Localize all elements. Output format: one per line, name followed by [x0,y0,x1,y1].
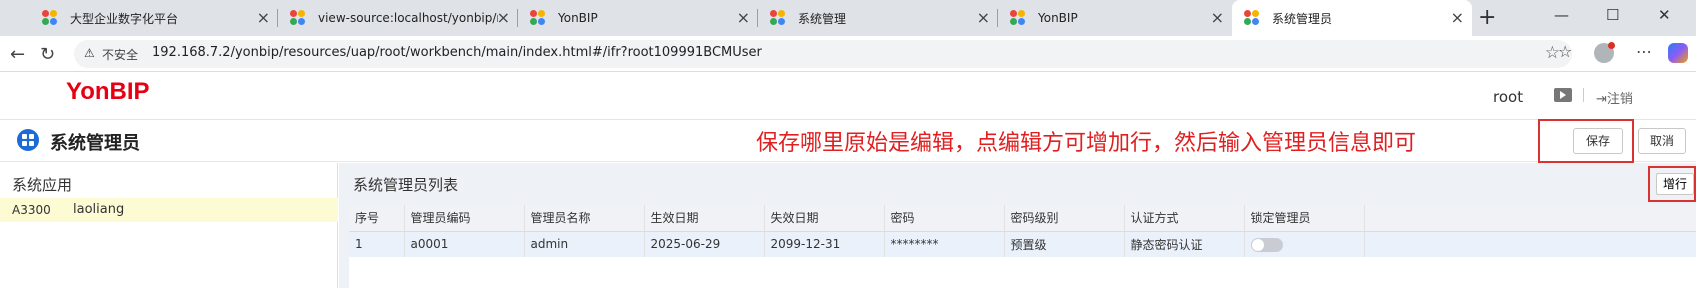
favicon-icon [42,10,58,26]
tab-title: 系统管理 [798,11,847,26]
tab-title: 系统管理员 [1272,11,1333,26]
column-header[interactable]: 失效日期 [764,205,885,232]
column-header[interactable]: 锁定管理员 [1244,205,1365,232]
add-row-button[interactable]: 增行 [1656,173,1695,195]
list-item[interactable]: A3300 laoliang [0,198,338,222]
address-bar[interactable]: ⚠ 不安全 192.168.7.2/yonbip/resources/uap/r… [74,40,1572,68]
cell-admin-code[interactable]: a0001 [404,231,525,257]
browser-tab-active[interactable]: 系统管理员 × [1232,0,1472,36]
page-header: 系统管理员 保存哪里原始是编辑，点编辑方可增加行，然后输入管理员信息即可 保存 … [0,120,1696,162]
browser-tab[interactable]: YonBIP × [518,0,758,36]
copilot-icon[interactable] [1668,43,1688,63]
cancel-button[interactable]: 取消 [1638,128,1686,154]
table-header-row: 序号 管理员编码 管理员名称 生效日期 失效日期 密码 密码级别 认证方式 锁定… [349,205,1696,232]
minimize-icon[interactable]: — [1554,6,1569,24]
column-header[interactable]: 序号 [349,205,405,232]
tab-title: YonBIP [1038,11,1078,25]
tab-title: YonBIP [558,11,598,25]
system-app-panel: 系统应用 A3300 laoliang [0,163,338,288]
logout-label: 注销 [1606,92,1633,107]
column-header[interactable]: 生效日期 [644,205,765,232]
admin-table: 序号 管理员编码 管理员名称 生效日期 失效日期 密码 密码级别 认证方式 锁定… [349,205,1696,257]
cell-password-level[interactable]: 预置级 [1004,231,1125,257]
insecure-label: 不安全 [102,48,139,62]
column-header[interactable]: 认证方式 [1124,205,1245,232]
cell-expiry-date[interactable]: 2099-12-31 [764,231,885,257]
cell-auth-method[interactable]: 静态密码认证 [1124,231,1245,257]
panel-title: 系统管理员列表 [353,176,459,194]
close-tab-icon[interactable]: × [1211,9,1224,27]
app-grid-icon [17,129,39,151]
video-icon[interactable] [1554,88,1572,102]
current-user[interactable]: root [1493,88,1523,106]
page-title: 系统管理员 [50,133,140,154]
tab-title: 大型企业数字化平台 [70,11,179,26]
yonbip-logo: YonBIP [66,78,150,105]
column-header[interactable]: 管理员名称 [524,205,645,232]
lock-toggle[interactable] [1250,237,1283,252]
profile-avatar[interactable] [1594,42,1615,63]
app-name: laoliang [73,202,125,217]
app-code: A3300 [12,203,51,217]
new-tab-icon[interactable]: + [1478,5,1496,30]
address-bar-row: ← ↻ ⚠ 不安全 192.168.7.2/yonbip/resources/u… [0,36,1696,72]
logout-link[interactable]: ⇥注销 [1596,88,1633,107]
browser-tab-strip: 大型企业数字化平台 × view-source:localhost/yonbip… [0,0,1696,36]
close-tab-icon[interactable]: × [1451,9,1464,27]
highlight-box [1538,119,1634,163]
annotation-note: 保存哪里原始是编辑，点编辑方可增加行，然后输入管理员信息即可 [756,131,1417,156]
favorites-icon[interactable]: ☆ [1558,42,1572,61]
reload-icon[interactable]: ↻ [40,44,55,65]
close-tab-icon[interactable]: × [497,9,510,27]
favicon-icon [770,10,786,26]
warning-icon: ⚠ [84,46,95,60]
browser-tab[interactable]: YonBIP × [998,0,1232,36]
close-tab-icon[interactable]: × [257,9,270,27]
cell-password[interactable]: ******** [884,231,1005,257]
browser-tab[interactable]: view-source:localhost/yonbip/res × [278,0,518,36]
browser-tab[interactable]: 系统管理 × [758,0,998,36]
cell-index: 1 [349,231,405,257]
window-close-icon[interactable]: ✕ [1658,6,1671,24]
column-header[interactable]: 管理员编码 [404,205,525,232]
more-menu-icon[interactable]: ⋯ [1636,42,1652,61]
app-header: YonBIP root ⇥注销 [0,72,1696,120]
cell-filler [1364,231,1696,257]
panel-title: 系统应用 [12,176,73,194]
close-tab-icon[interactable]: × [977,9,990,27]
favicon-icon [1010,10,1026,26]
table-empty-area [349,257,1696,288]
maximize-icon[interactable]: ☐ [1606,6,1619,24]
back-icon[interactable]: ← [10,44,25,65]
favicon-icon [530,10,546,26]
cell-admin-name[interactable]: admin [524,231,645,257]
browser-tab[interactable]: 大型企业数字化平台 × [30,0,278,36]
close-tab-icon[interactable]: × [737,9,750,27]
cell-effective-date[interactable]: 2025-06-29 [644,231,765,257]
table-row[interactable]: 1 a0001 admin 2025-06-29 2099-12-31 ****… [349,231,1696,257]
tab-title: view-source:localhost/yonbip/res [318,11,498,25]
column-header[interactable]: 密码 [884,205,1005,232]
favicon-icon [1244,10,1260,26]
url-text[interactable]: 192.168.7.2/yonbip/resources/uap/root/wo… [152,45,762,60]
favicon-icon [290,10,306,26]
column-header[interactable]: 密码级别 [1004,205,1125,232]
column-header-filler [1364,205,1696,232]
cell-lock-admin [1244,231,1365,257]
